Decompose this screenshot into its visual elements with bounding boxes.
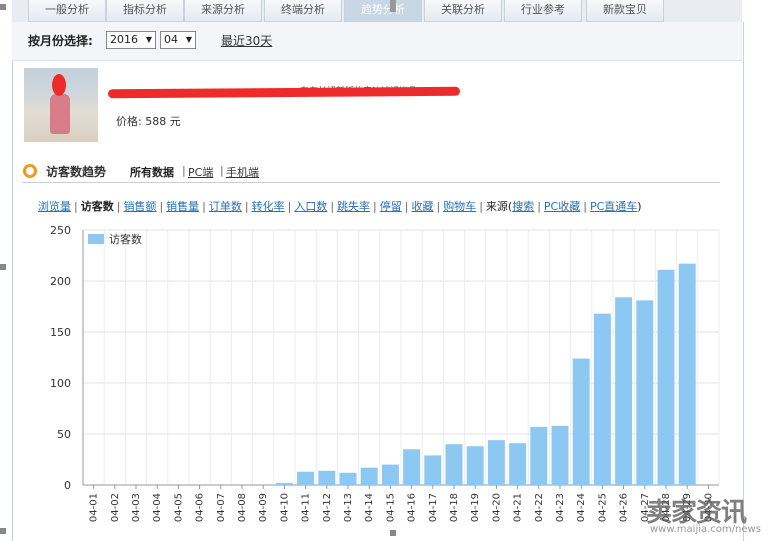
x-tick-label: 04-22 <box>534 493 545 522</box>
resize-handle[interactable] <box>0 264 6 270</box>
bar <box>509 443 527 485</box>
bar <box>424 455 442 485</box>
x-tick-label: 04-09 <box>258 493 269 522</box>
bar <box>551 425 569 485</box>
x-tick-label: 04-08 <box>237 493 248 522</box>
x-tick-label: 04-10 <box>279 493 290 522</box>
x-tick-label: 04-24 <box>576 493 587 522</box>
bar <box>339 472 357 485</box>
legend-swatch <box>88 234 104 244</box>
resize-handle[interactable] <box>0 4 6 10</box>
y-tick-label: 250 <box>50 224 71 237</box>
x-tick-label: 04-07 <box>216 493 227 522</box>
x-tick-label: 04-16 <box>407 493 418 522</box>
x-tick-label: 04-20 <box>491 493 502 522</box>
bar <box>678 263 696 485</box>
x-tick-label: 04-18 <box>449 493 460 522</box>
y-tick-label: 150 <box>50 326 71 339</box>
x-tick-label: 04-14 <box>364 493 375 522</box>
bar <box>318 470 336 485</box>
resize-handle[interactable] <box>0 528 6 534</box>
y-tick-label: 0 <box>64 479 71 492</box>
bar <box>275 482 293 485</box>
bar <box>593 313 611 485</box>
bar <box>403 449 421 485</box>
bar <box>445 444 463 485</box>
x-tick-label: 04-21 <box>513 493 524 522</box>
watermark-url: www.maijia.com/news <box>650 524 761 535</box>
x-tick-label: 04-03 <box>131 493 142 522</box>
bar <box>297 471 315 485</box>
bar <box>636 300 654 485</box>
bar <box>657 269 675 485</box>
bar <box>530 426 548 485</box>
x-tick-label: 04-12 <box>322 493 333 522</box>
y-tick-label: 50 <box>57 428 71 441</box>
x-tick-label: 04-23 <box>555 493 566 522</box>
x-tick-label: 04-25 <box>597 493 608 522</box>
bar <box>487 440 505 485</box>
x-tick-label: 04-02 <box>110 493 121 522</box>
bar <box>572 358 590 485</box>
x-tick-label: 04-11 <box>301 493 312 522</box>
resize-handle[interactable] <box>390 530 396 536</box>
x-tick-label: 04-01 <box>89 493 100 522</box>
x-tick-label: 04-13 <box>343 493 354 522</box>
x-tick-label: 04-19 <box>470 493 481 522</box>
x-tick-label: 04-05 <box>173 493 184 522</box>
x-tick-label: 04-17 <box>428 493 439 522</box>
bar <box>381 464 399 485</box>
x-tick-label: 04-15 <box>385 493 396 522</box>
bar <box>466 446 484 485</box>
x-tick-label: 04-26 <box>619 493 630 522</box>
visitor-trend-chart: 0 50 100 150 200 250 04-01 04-02 04-03 04-04 04-05… <box>50 224 720 522</box>
bar <box>360 467 378 485</box>
y-tick-label: 100 <box>50 377 71 390</box>
legend-label: 访客数 <box>109 232 142 246</box>
y-tick-label: 200 <box>50 275 71 288</box>
x-tick-label: 04-06 <box>195 493 206 522</box>
bar <box>615 297 633 485</box>
x-tick-label: 04-04 <box>152 493 163 522</box>
